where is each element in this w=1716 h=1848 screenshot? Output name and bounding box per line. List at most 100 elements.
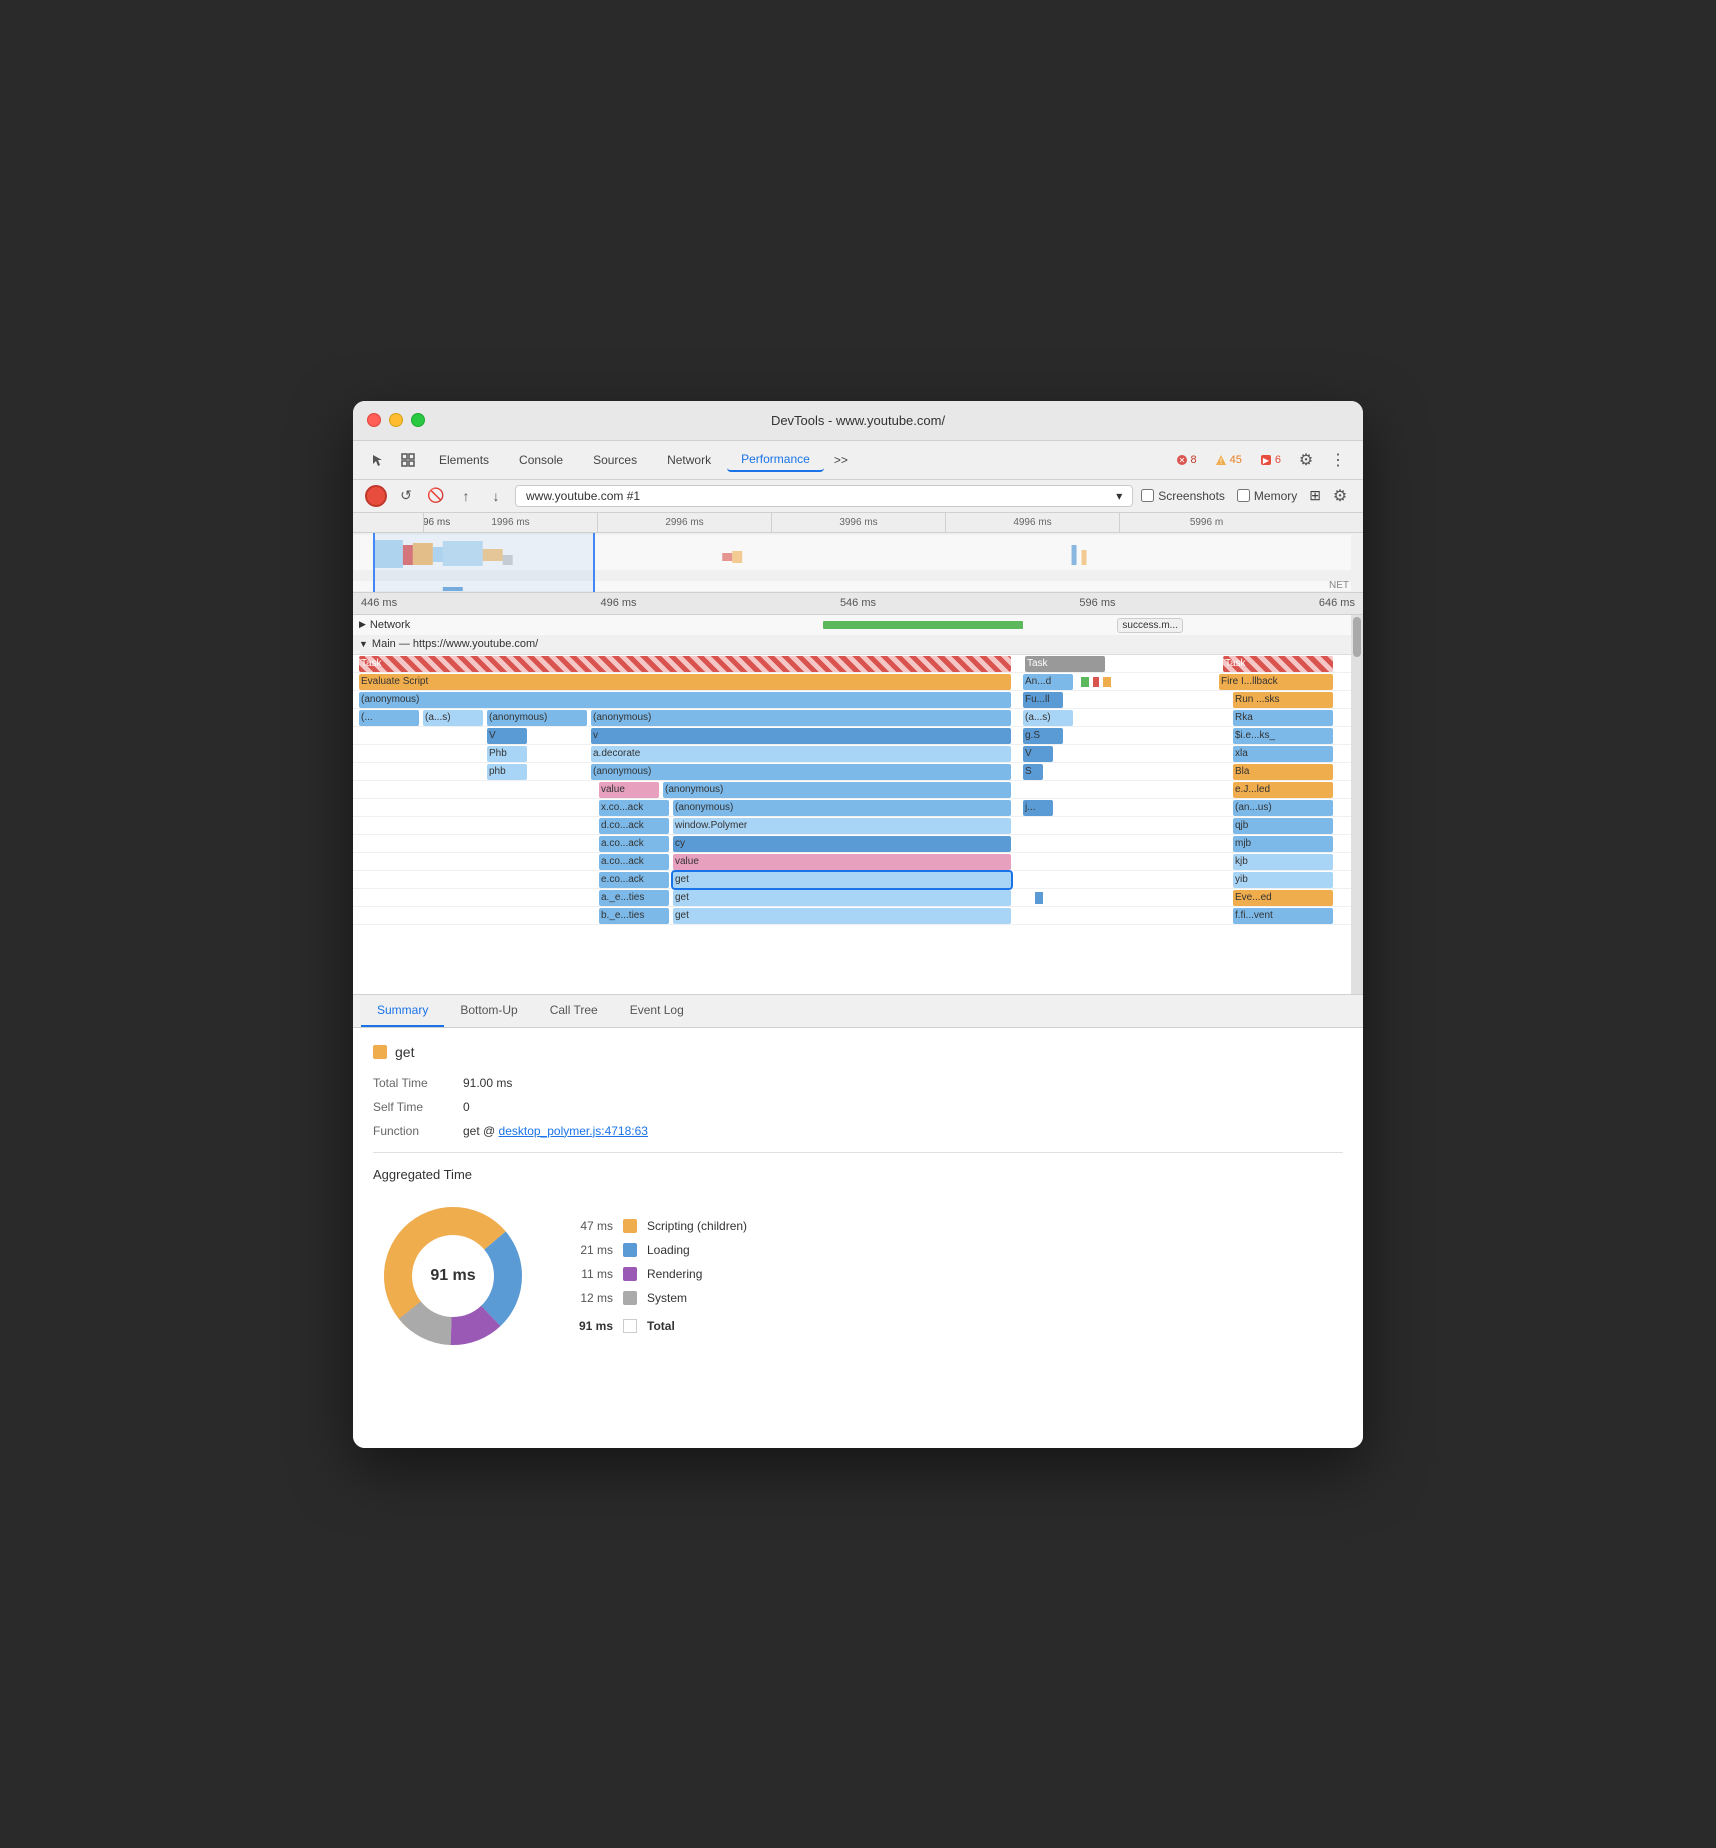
record-button[interactable] bbox=[365, 485, 387, 507]
dropdown-icon[interactable]: ▾ bbox=[1116, 489, 1122, 503]
block-mjb[interactable]: mjb bbox=[1233, 836, 1333, 852]
block-as[interactable]: (a...s) bbox=[423, 710, 483, 726]
block-v[interactable]: v bbox=[591, 728, 1011, 744]
block-anon3[interactable]: (anonymous) bbox=[591, 710, 1011, 726]
tab-console[interactable]: Console bbox=[505, 449, 577, 471]
clear-button[interactable]: 🚫 bbox=[425, 485, 447, 507]
more-tabs-button[interactable]: >> bbox=[826, 449, 856, 471]
minimize-button[interactable] bbox=[389, 413, 403, 427]
tab-sources[interactable]: Sources bbox=[579, 449, 651, 471]
error-badge[interactable]: ✕ 8 bbox=[1170, 452, 1203, 468]
run-tasks-block[interactable]: Run ...sks bbox=[1233, 692, 1333, 708]
block-get3[interactable]: get bbox=[673, 908, 1011, 924]
block-xla[interactable]: xla bbox=[1233, 746, 1333, 762]
task-block-3[interactable]: Task bbox=[1223, 656, 1333, 672]
block-qjb[interactable]: qjb bbox=[1233, 818, 1333, 834]
block-value2[interactable]: value bbox=[673, 854, 1011, 870]
block-get2[interactable]: get bbox=[673, 890, 1011, 906]
tab-bottom-up[interactable]: Bottom-Up bbox=[444, 995, 533, 1027]
reload-button[interactable]: ↺ bbox=[395, 485, 417, 507]
bottom-tabs: Summary Bottom-Up Call Tree Event Log bbox=[353, 995, 1363, 1028]
block-xco[interactable]: x.co...ack bbox=[599, 800, 669, 816]
block-ae[interactable]: a._e...ties bbox=[599, 890, 669, 906]
block-kjb[interactable]: kjb bbox=[1233, 854, 1333, 870]
block-aco2[interactable]: a.co...ack bbox=[599, 854, 669, 870]
block-decorate[interactable]: a.decorate bbox=[591, 746, 1011, 762]
layout-icon[interactable]: ⊞ bbox=[1309, 487, 1321, 504]
block-ejled[interactable]: e.J...led bbox=[1233, 782, 1333, 798]
block-eco[interactable]: e.co...ack bbox=[599, 872, 669, 888]
block-value[interactable]: value bbox=[599, 782, 659, 798]
main-collapse-icon[interactable]: ▼ bbox=[359, 639, 368, 649]
block-V2[interactable]: V bbox=[1023, 746, 1053, 762]
flame-row-10: d.co...ack window.Polymer qjb bbox=[353, 817, 1363, 835]
screenshots-checkbox[interactable]: Screenshots bbox=[1141, 489, 1225, 503]
memory-checkbox[interactable]: Memory bbox=[1237, 489, 1297, 503]
block-polymer[interactable]: window.Polymer bbox=[673, 818, 1011, 834]
more-options-icon[interactable]: ⋮ bbox=[1325, 447, 1351, 473]
tab-event-log[interactable]: Event Log bbox=[614, 995, 700, 1027]
block-j[interactable]: j... bbox=[1023, 800, 1053, 816]
mini-timeline-section[interactable]: 96 ms 1996 ms 2996 ms 3996 ms 4996 ms 59… bbox=[353, 513, 1363, 593]
function-link[interactable]: desktop_polymer.js:4718:63 bbox=[499, 1124, 648, 1138]
tab-network[interactable]: Network bbox=[653, 449, 725, 471]
log-badge[interactable]: ▶ 6 bbox=[1254, 452, 1287, 468]
anon-block[interactable]: (anonymous) bbox=[359, 692, 1011, 708]
block-anon6[interactable]: (anonymous) bbox=[673, 800, 1011, 816]
tab-elements[interactable]: Elements bbox=[425, 449, 503, 471]
full-block[interactable]: Fu...ll bbox=[1023, 692, 1063, 708]
maximize-button[interactable] bbox=[411, 413, 425, 427]
tab-summary[interactable]: Summary bbox=[361, 995, 444, 1027]
block-rka[interactable]: Rka bbox=[1233, 710, 1333, 726]
close-button[interactable] bbox=[367, 413, 381, 427]
block-bla[interactable]: Bla bbox=[1233, 764, 1333, 780]
scripting-color bbox=[623, 1219, 637, 1233]
flame-chart[interactable]: ▶ Network success.m... ▼ Main — https://… bbox=[353, 615, 1363, 995]
total-row: 91 ms Total bbox=[573, 1319, 747, 1333]
block-aco1[interactable]: a.co...ack bbox=[599, 836, 669, 852]
tab-call-tree[interactable]: Call Tree bbox=[534, 995, 614, 1027]
scrollbar-thumb[interactable] bbox=[1353, 617, 1361, 657]
total-time-label: Total Time bbox=[373, 1076, 463, 1090]
block-ffi[interactable]: f.fi...vent bbox=[1233, 908, 1333, 924]
timeline-selection[interactable] bbox=[373, 533, 595, 593]
timeline-content[interactable]: NET bbox=[353, 533, 1363, 593]
inspect-icon[interactable] bbox=[395, 447, 421, 473]
rendering-color bbox=[623, 1267, 637, 1281]
block-anon2[interactable]: (anonymous) bbox=[487, 710, 587, 726]
block-eveed[interactable]: Eve...ed bbox=[1233, 890, 1333, 906]
evaluate-script-block[interactable]: Evaluate Script bbox=[359, 674, 1011, 690]
task-block-1[interactable]: Task bbox=[359, 656, 1011, 672]
block-phb[interactable]: Phb bbox=[487, 746, 527, 762]
flame-scrollbar[interactable] bbox=[1351, 615, 1363, 994]
settings-icon[interactable]: ⚙ bbox=[1293, 447, 1319, 473]
download-button[interactable]: ↓ bbox=[485, 485, 507, 507]
block-yib[interactable]: yib bbox=[1233, 872, 1333, 888]
cursor-icon[interactable] bbox=[365, 447, 391, 473]
block-S[interactable]: S bbox=[1023, 764, 1043, 780]
block-V[interactable]: V bbox=[487, 728, 527, 744]
summary-title-text: get bbox=[395, 1044, 414, 1060]
block-anon4[interactable]: (anonymous) bbox=[591, 764, 1011, 780]
block-phb2[interactable]: phb bbox=[487, 764, 527, 780]
block-dot[interactable]: (... bbox=[359, 710, 419, 726]
and-block[interactable]: An...d bbox=[1023, 674, 1073, 690]
task-block-2[interactable]: Task bbox=[1025, 656, 1105, 672]
block-as2[interactable]: (a...s) bbox=[1023, 710, 1073, 726]
network-collapse-icon[interactable]: ▶ bbox=[359, 619, 366, 630]
upload-button[interactable]: ↑ bbox=[455, 485, 477, 507]
fire-callback-block[interactable]: Fire I...llback bbox=[1219, 674, 1333, 690]
block-anus[interactable]: (an...us) bbox=[1233, 800, 1333, 816]
warning-badge[interactable]: ! 45 bbox=[1209, 452, 1248, 468]
block-anon5[interactable]: (anonymous) bbox=[663, 782, 1011, 798]
block-cy[interactable]: cy bbox=[673, 836, 1011, 852]
perf-settings-icon[interactable]: ⚙ bbox=[1329, 485, 1351, 507]
block-dco[interactable]: d.co...ack bbox=[599, 818, 669, 834]
block-be[interactable]: b._e...ties bbox=[599, 908, 669, 924]
legend-scripting: 47 ms Scripting (children) bbox=[573, 1219, 747, 1233]
flame-row-9: x.co...ack (anonymous) j... (an...us) bbox=[353, 799, 1363, 817]
block-get-selected[interactable]: get bbox=[673, 872, 1011, 888]
block-sie[interactable]: $i.e...ks_ bbox=[1233, 728, 1333, 744]
tab-performance[interactable]: Performance bbox=[727, 448, 824, 472]
block-gs[interactable]: g.S bbox=[1023, 728, 1063, 744]
